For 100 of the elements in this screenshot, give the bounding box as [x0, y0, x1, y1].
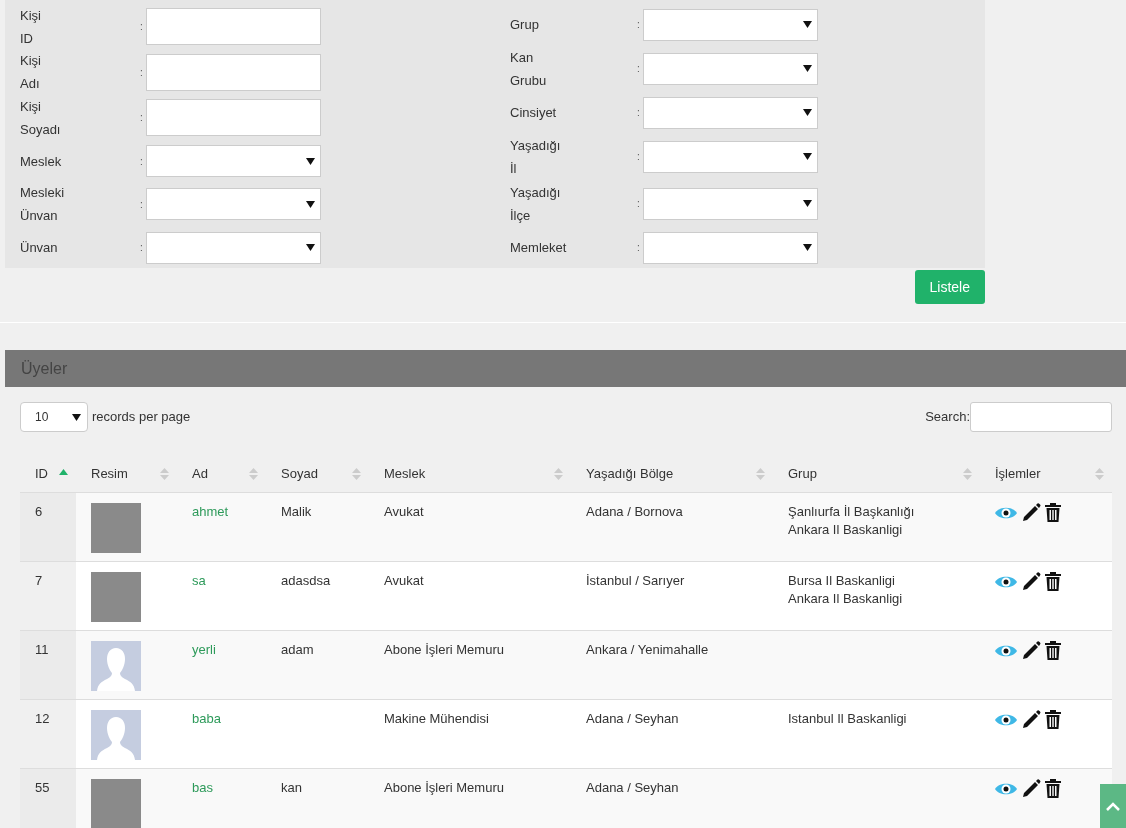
colon: : [140, 154, 144, 169]
caret-icon [803, 244, 812, 251]
text-field[interactable] [146, 99, 321, 137]
colon: : [637, 106, 641, 120]
field-label: Kişi Adı [20, 52, 41, 94]
name-link[interactable]: ahmet [192, 503, 229, 519]
trash-icon[interactable] [1045, 572, 1061, 591]
caret-icon [306, 244, 315, 251]
sort-icon[interactable] [1095, 466, 1104, 481]
scroll-to-top-button[interactable] [1100, 784, 1126, 828]
photo-placeholder [91, 502, 141, 553]
field-label: Memleket [510, 239, 567, 257]
table-cell: 7 [35, 572, 43, 588]
table-cell: Adana / Seyhan [586, 779, 679, 795]
trash-icon[interactable] [1045, 779, 1061, 798]
field-label: Yaşadığı İl [510, 136, 561, 178]
table-cell: 55 [35, 779, 50, 795]
field-label: Meslek [20, 152, 62, 171]
sort-icon[interactable] [160, 466, 169, 481]
edit-pencil-icon[interactable] [1021, 640, 1041, 661]
edit-pencil-icon[interactable] [1021, 571, 1041, 592]
field-label: Ünvan [20, 239, 58, 257]
colon: : [140, 241, 144, 255]
table-cell: 11 [35, 641, 49, 657]
edit-pencil-icon[interactable] [1021, 778, 1041, 799]
table-cell-text: Şanlıurfa İl Başkanlığı [788, 502, 916, 521]
column-header[interactable]: Grup [788, 464, 817, 484]
table-cell: Makine Mühendisi [384, 710, 489, 726]
column-header[interactable]: Yaşadığı Bölge [586, 464, 674, 484]
name-link[interactable]: baba [192, 710, 221, 726]
caret-icon [803, 109, 812, 116]
column-header[interactable]: Soyad [281, 464, 318, 484]
name-link[interactable]: sa [192, 572, 206, 588]
table-cell: Malik [281, 503, 312, 519]
edit-pencil-icon[interactable] [1021, 502, 1041, 523]
sort-icon[interactable] [963, 466, 972, 481]
table-cell: Abone İşleri Memuru [384, 779, 504, 795]
column-header[interactable]: Meslek [384, 464, 426, 484]
caret-icon [803, 65, 812, 72]
select-field[interactable] [146, 231, 321, 264]
select-field[interactable] [146, 145, 321, 177]
page-length-select[interactable]: 10 [20, 402, 88, 432]
table-cell: adasdsa [281, 572, 331, 588]
table-cell: Avukat [384, 572, 424, 588]
colon: : [140, 20, 144, 35]
table-cell: kan [281, 779, 302, 795]
text-field[interactable] [146, 53, 321, 91]
trash-icon[interactable] [1045, 710, 1061, 729]
caret-icon [803, 21, 812, 28]
avatar-silhouette [91, 709, 141, 760]
select-field[interactable] [643, 231, 818, 264]
table-cell: Adana / Bornova [586, 503, 683, 519]
select-field[interactable] [146, 188, 321, 221]
view-eye-icon[interactable] [995, 712, 1017, 727]
field-label: Cinsiyet [510, 104, 557, 122]
column-header[interactable]: Resim [91, 464, 128, 484]
colon: : [637, 150, 641, 164]
records-per-page-label: records per page [92, 408, 191, 427]
view-eye-icon[interactable] [995, 505, 1017, 520]
table-cell-text: Ankara Il Baskanligi [788, 589, 904, 608]
sort-icon[interactable] [352, 466, 361, 481]
select-field[interactable] [643, 8, 818, 41]
chevron-up-icon [1106, 801, 1120, 811]
sort-icon[interactable] [554, 466, 563, 481]
select-field[interactable] [643, 187, 818, 220]
view-eye-icon[interactable] [995, 574, 1017, 589]
colon: : [637, 241, 641, 255]
photo-placeholder [91, 778, 141, 828]
field-label: Kişi Soyadı [20, 97, 61, 139]
column-header[interactable]: İşlemler [995, 464, 1041, 484]
search-label: Search: [925, 408, 970, 427]
name-link[interactable]: bas [192, 779, 213, 795]
edit-pencil-icon[interactable] [1021, 709, 1041, 730]
search-field[interactable] [970, 402, 1112, 432]
table-cell-text: Ankara Il Baskanligi [788, 520, 904, 539]
view-eye-icon[interactable] [995, 643, 1017, 658]
caret-icon [306, 157, 315, 165]
column-header[interactable]: Ad [192, 464, 208, 484]
text-field[interactable] [146, 8, 321, 46]
table-cell: İstanbul / Sarıyer [586, 572, 685, 588]
column-header[interactable]: ID [35, 464, 48, 484]
select-field[interactable] [643, 96, 818, 129]
table-cell: Avukat [384, 503, 424, 519]
table-cell-text: Bursa Il Baskanligi [788, 571, 896, 590]
table-cell: Adana / Seyhan [586, 710, 679, 726]
trash-icon[interactable] [1045, 641, 1061, 660]
view-eye-icon[interactable] [995, 781, 1017, 796]
select-field[interactable] [643, 140, 818, 173]
select-field[interactable] [643, 52, 818, 85]
table-cell: 12 [35, 710, 50, 726]
colon: : [637, 197, 641, 211]
caret-icon [72, 413, 81, 421]
colon: : [140, 65, 144, 80]
colon: : [637, 62, 641, 76]
field-label: Mesleki Ünvan [20, 184, 65, 226]
sort-icon[interactable] [249, 466, 258, 481]
sort-icon[interactable] [756, 466, 765, 481]
table-cell: 6 [35, 503, 43, 519]
trash-icon[interactable] [1045, 503, 1061, 522]
field-label: Kişi ID [20, 6, 41, 48]
